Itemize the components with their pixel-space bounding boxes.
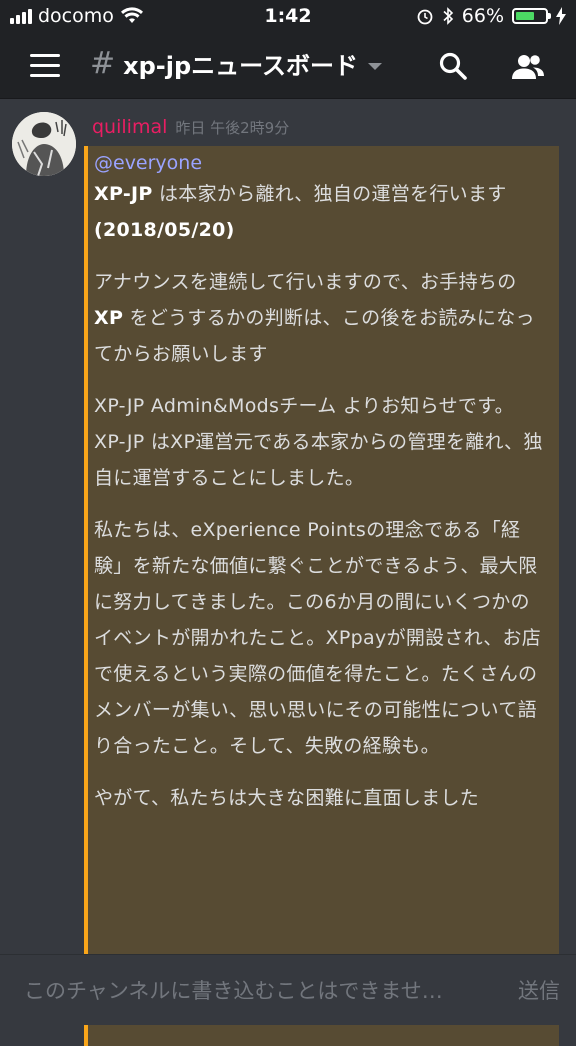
battery-icon: [512, 8, 551, 24]
bold-xp: XP: [94, 307, 124, 329]
message-header: quilimal 昨日 午後2時9分: [92, 116, 289, 138]
message-composer: このチャンネルに書き込むことはできませ… 送信: [0, 954, 576, 1025]
paragraph-2: アナウンスを連続して行いますので、お手持ちの XP をどうするかの判断は、この後…: [94, 264, 549, 372]
chevron-down-icon: [367, 63, 382, 70]
para3-line2: XP-JP はXP運営元である本家からの管理を離れ、独自に運営することにしました…: [94, 431, 543, 489]
timestamp: 昨日 午後2時9分: [175, 119, 290, 137]
send-button[interactable]: 送信: [518, 975, 560, 1005]
author-name[interactable]: quilimal: [92, 116, 167, 138]
status-right: 66%: [416, 5, 566, 27]
paragraph-4: 私たちは、eXperience Pointsの理念である「経験」を新たな価値に繋…: [94, 519, 542, 757]
menu-icon[interactable]: [30, 54, 60, 78]
para2-text-a: アナウンスを連続して行いますので、お手持ちの: [94, 271, 517, 293]
battery-level: [516, 12, 535, 20]
status-bar: docomo 1:42 66%: [0, 0, 576, 34]
bold-xpjp: XP-JP: [94, 183, 153, 205]
paragraph-3: XP-JP Admin&Modsチーム よりお知らせです。 XP-JP はXP運営…: [94, 388, 549, 496]
avatar[interactable]: [12, 112, 76, 176]
alarm-icon: [417, 9, 433, 25]
avatar-image: [12, 112, 76, 176]
para2-text-b: をどうするかの判断は、この後をお読みになってからお願いします: [94, 307, 535, 365]
message-input[interactable]: このチャンネルに書き込むことはできませ…: [24, 975, 443, 1005]
search-icon[interactable]: [438, 51, 468, 81]
paragraph-1: XP-JP は本家から離れ、独自の運営を行います (2018/05/20): [94, 176, 549, 248]
charging-icon: [556, 7, 566, 25]
para3-line1: XP-JP Admin&Modsチーム よりお知らせです。: [94, 395, 514, 417]
bluetooth-icon: [443, 7, 453, 25]
bold-date: (2018/05/20): [94, 219, 235, 241]
members-icon[interactable]: [510, 52, 546, 82]
para1-text: は本家から離れ、独自の運営を行います: [152, 183, 507, 205]
hash-icon: #: [90, 46, 116, 81]
channel-header: # xp-jpニュースボード: [0, 34, 576, 99]
everyone-mention[interactable]: @everyone: [94, 150, 202, 176]
channel-title[interactable]: # xp-jpニュースボード: [90, 46, 382, 81]
channel-name: xp-jpニュースボード: [123, 52, 358, 80]
battery-percent: 66%: [461, 5, 504, 27]
announcement-embed: @everyone XP-JP は本家から離れ、独自の運営を行います (2018…: [84, 146, 559, 1046]
paragraph-5: やがて、私たちは大きな困難に直面しました: [94, 787, 480, 809]
